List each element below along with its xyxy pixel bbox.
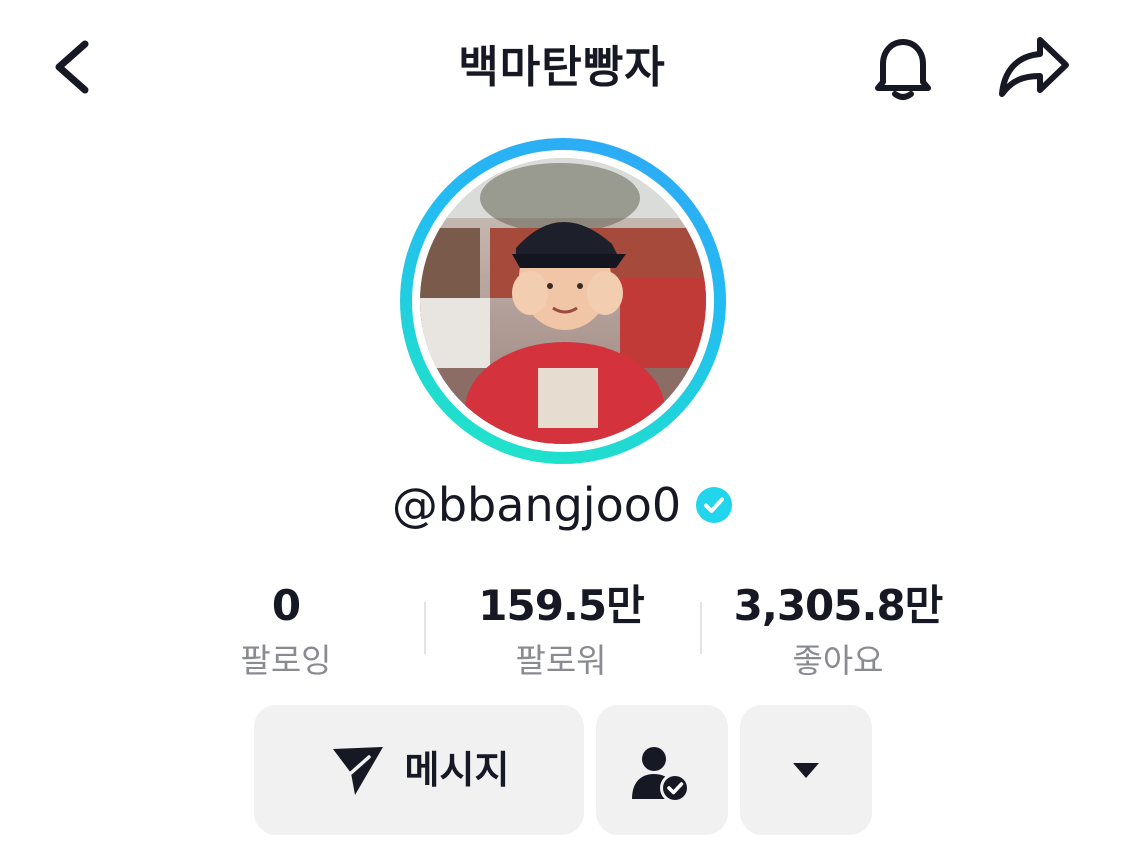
following-label: 팔로잉: [240, 641, 332, 680]
share-arrow-icon[interactable]: [996, 32, 1072, 102]
bell-icon[interactable]: [866, 30, 940, 104]
stat-followers[interactable]: 159.5만 팔로워: [421, 578, 701, 686]
username-handle: @bbangjoo0: [391, 478, 682, 532]
friends-button[interactable]: [596, 705, 728, 835]
caret-down-icon: [793, 763, 819, 778]
followers-label: 팔로워: [515, 641, 607, 680]
page-title: 백마탄빵자: [458, 42, 666, 93]
chevron-left-icon[interactable]: [45, 36, 101, 98]
top-navigation-bar: 백마탄빵자: [0, 0, 1125, 130]
followers-count: 159.5만: [478, 581, 645, 630]
likes-count: 3,305.8만: [733, 581, 944, 630]
likes-label: 좋아요: [792, 641, 884, 680]
username-row: @bbangjoo0: [200, 472, 925, 538]
send-icon: [332, 747, 383, 795]
message-button[interactable]: 메시지: [254, 705, 584, 835]
message-button-label: 메시지: [404, 748, 510, 792]
stat-following[interactable]: 0 팔로잉: [146, 578, 426, 686]
stat-likes[interactable]: 3,305.8만 좋아요: [698, 578, 978, 686]
more-options-button[interactable]: [740, 705, 872, 835]
user-check-icon: [632, 747, 690, 803]
profile-photo: [420, 158, 706, 444]
verified-check-icon: [696, 487, 733, 523]
following-count: 0: [271, 581, 301, 630]
avatar[interactable]: [400, 138, 726, 464]
avatar-border: [412, 150, 714, 452]
